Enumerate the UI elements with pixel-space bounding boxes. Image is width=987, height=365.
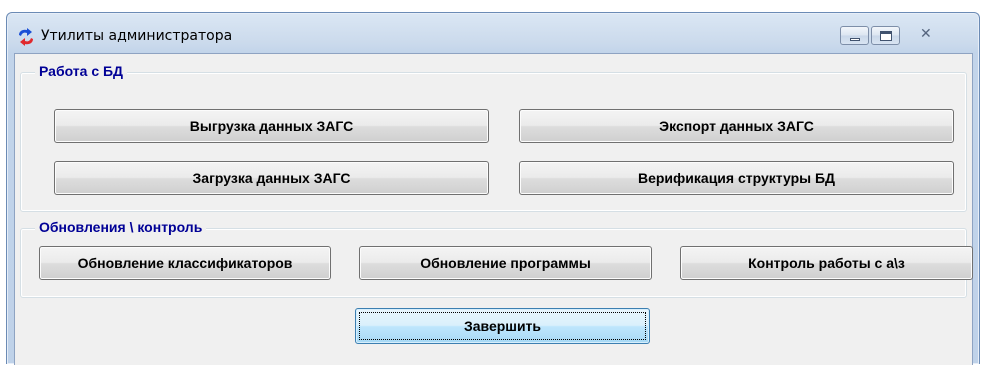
verify-db-structure-button[interactable]: Верификация структуры БД xyxy=(519,161,954,195)
app-window: Утилиты администратора ✕ Работа с БД Выг… xyxy=(6,12,980,365)
load-data-button[interactable]: Загрузка данных ЗАГС xyxy=(54,161,489,195)
window-title: Утилиты администратора xyxy=(41,28,233,44)
finish-button[interactable]: Завершить xyxy=(355,308,650,344)
title-bar[interactable]: Утилиты администратора ✕ xyxy=(7,13,979,53)
db-group: Работа с БД Выгрузка данных ЗАГС Экспорт… xyxy=(20,63,967,212)
minimize-icon xyxy=(850,38,860,41)
close-icon: ✕ xyxy=(920,26,932,42)
updates-group: Обновления \ контроль Обновление классиф… xyxy=(20,219,973,298)
refresh-arrows-icon xyxy=(17,28,35,46)
update-program-button[interactable]: Обновление программы xyxy=(359,246,652,280)
work-control-button[interactable]: Контроль работы с а\з xyxy=(680,246,973,280)
maximize-button[interactable] xyxy=(871,26,900,45)
export-data-button[interactable]: Экспорт данных ЗАГС xyxy=(519,109,954,143)
updates-group-title: Обновления \ контроль xyxy=(35,219,207,235)
maximize-icon xyxy=(880,31,892,41)
client-area: Работа с БД Выгрузка данных ЗАГС Экспорт… xyxy=(14,53,973,365)
minimize-button[interactable] xyxy=(840,26,869,45)
unload-data-button[interactable]: Выгрузка данных ЗАГС xyxy=(54,109,489,143)
db-group-title: Работа с БД xyxy=(35,63,128,79)
close-button[interactable]: ✕ xyxy=(902,26,947,45)
focus-ring xyxy=(359,312,646,340)
update-classifiers-button[interactable]: Обновление классификаторов xyxy=(39,246,331,280)
